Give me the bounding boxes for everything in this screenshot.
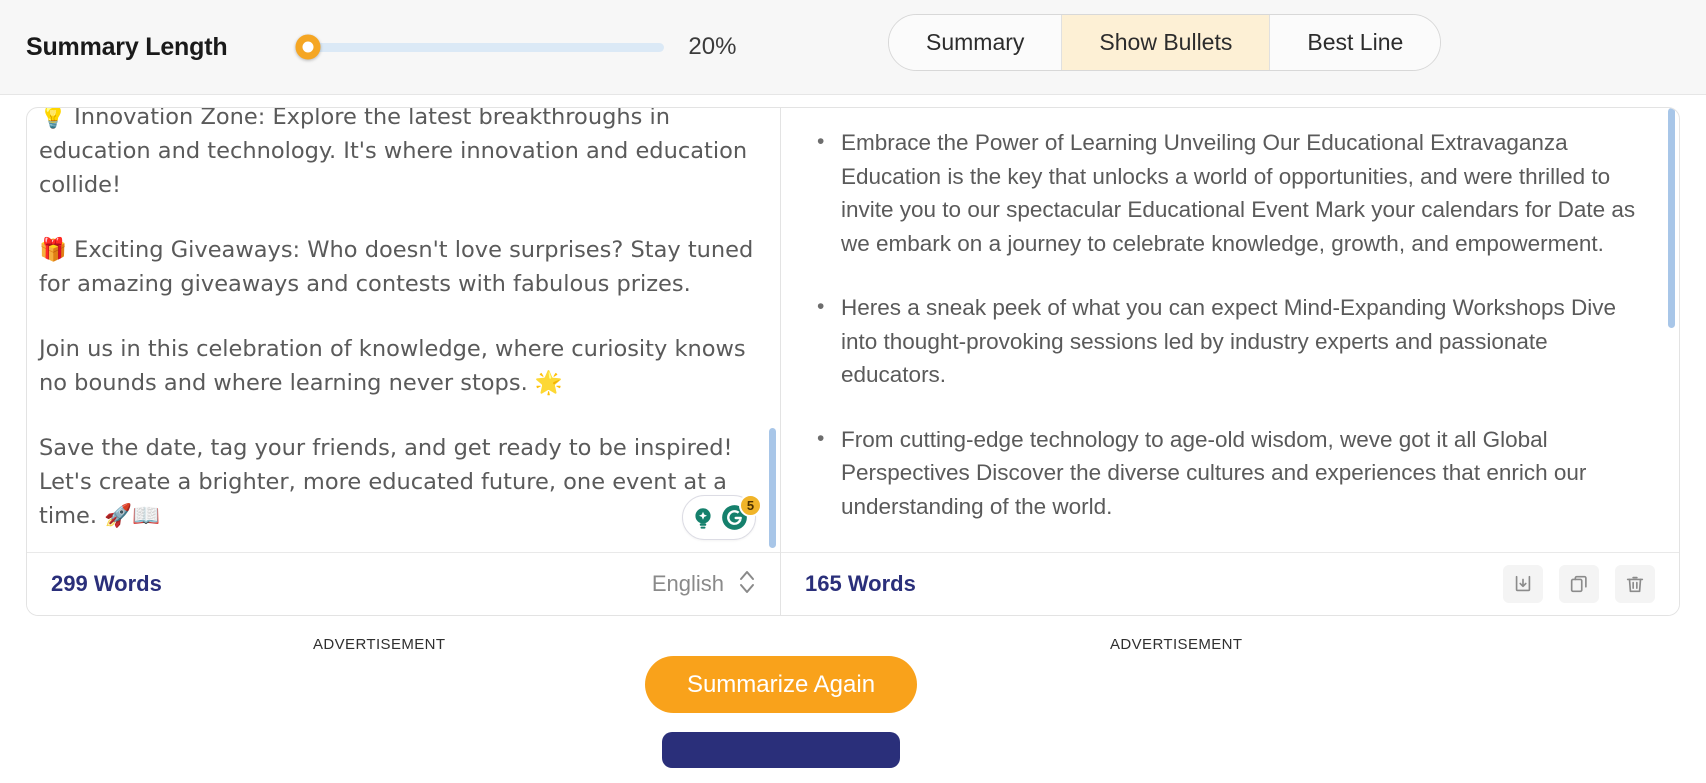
list-item: From cutting-edge technology to age-old … — [811, 423, 1649, 524]
trash-icon[interactable] — [1615, 565, 1655, 603]
grammarly-logo-icon[interactable]: 5 — [721, 504, 748, 531]
summary-scrollbar[interactable] — [1668, 108, 1675, 328]
advertisement-label-left: ADVERTISEMENT — [313, 636, 445, 653]
language-selector[interactable]: English — [652, 567, 756, 602]
page-title: Summary Length — [26, 33, 227, 62]
source-paragraph: 💡 Innovation Zone: Explore the latest br… — [39, 108, 758, 202]
list-item: Embrace the Power of Learning Unveiling … — [811, 126, 1649, 260]
summary-output-body[interactable]: Embrace the Power of Learning Unveiling … — [781, 108, 1679, 552]
lightbulb-icon[interactable] — [690, 505, 716, 531]
editor-panels: 💡 Innovation Zone: Explore the latest br… — [26, 107, 1680, 616]
source-panel-footer: 299 Words English — [27, 552, 780, 615]
source-paragraph: 🎁 Exciting Giveaways: Who doesn't love s… — [39, 233, 758, 301]
slider-value-label: 20% — [688, 33, 750, 61]
slider-thumb[interactable] — [296, 35, 321, 60]
source-word-count: 299 Words — [51, 571, 162, 597]
tab-best-line[interactable]: Best Line — [1270, 15, 1440, 70]
copy-icon[interactable] — [1559, 565, 1599, 603]
tab-summary[interactable]: Summary — [889, 15, 1062, 70]
view-mode-toggle-group[interactable]: Summary Show Bullets Best Line — [888, 14, 1441, 71]
summary-output-panel: Embrace the Power of Learning Unveiling … — [781, 108, 1679, 615]
tab-show-bullets[interactable]: Show Bullets — [1062, 15, 1270, 70]
summary-length-slider[interactable]: 20% — [304, 33, 750, 61]
list-item: Heres a sneak peek of what you can expec… — [811, 291, 1649, 392]
source-text-body[interactable]: 💡 Innovation Zone: Explore the latest br… — [27, 108, 780, 552]
source-paragraph: Save the date, tag your friends, and get… — [39, 431, 758, 533]
bottom-bar: ADVERTISEMENT ADVERTISEMENT Summarize Ag… — [0, 628, 1706, 768]
summary-bullet-list: Embrace the Power of Learning Unveiling … — [811, 126, 1649, 523]
summarize-again-button[interactable]: Summarize Again — [645, 656, 917, 713]
grammarly-suggestion-count: 5 — [739, 494, 762, 517]
summary-action-buttons — [1503, 565, 1655, 603]
summary-length-header: Summary Length 20% Summary Show Bullets … — [0, 0, 1706, 95]
language-label: English — [652, 571, 724, 597]
grammarly-widget[interactable]: 5 — [682, 495, 756, 540]
source-scrollbar[interactable] — [769, 428, 776, 548]
chevron-up-down-icon[interactable] — [738, 567, 756, 602]
summary-panel-footer: 165 Words — [781, 552, 1679, 615]
summary-word-count: 165 Words — [805, 571, 916, 597]
slider-track[interactable] — [304, 43, 664, 52]
secondary-action-partial[interactable] — [662, 732, 900, 768]
source-text-panel: 💡 Innovation Zone: Explore the latest br… — [27, 108, 781, 615]
download-icon[interactable] — [1503, 565, 1543, 603]
source-paragraph: Join us in this celebration of knowledge… — [39, 332, 758, 400]
advertisement-label-right: ADVERTISEMENT — [1110, 636, 1242, 653]
